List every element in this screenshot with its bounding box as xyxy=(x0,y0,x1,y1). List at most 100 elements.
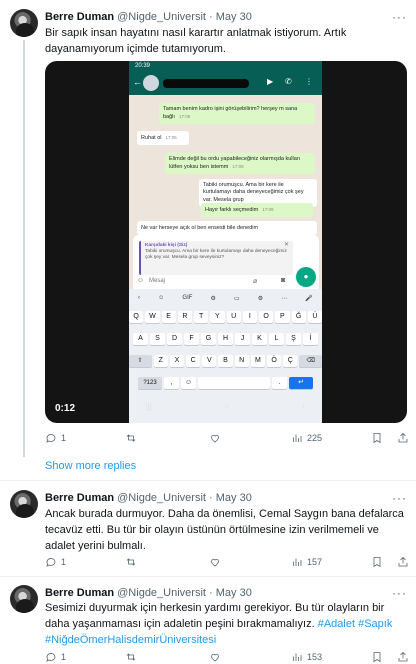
tweet-header: Berre Duman @Nigde_Universit · May 30 xyxy=(45,10,252,24)
phone-screenshot: 20:39 ← ▶ ✆ ⋮ Tamam benim kadro işini gö… xyxy=(129,61,322,423)
reply-button[interactable]: 1 xyxy=(45,555,66,569)
bookmark-icon xyxy=(373,433,381,444)
bookmark-button[interactable] xyxy=(371,650,383,664)
retweet-button[interactable] xyxy=(125,555,137,569)
heart-icon xyxy=(211,558,219,567)
phone-status-time: 20:39 xyxy=(129,61,322,71)
tweet-actions: 1 157 xyxy=(45,555,409,569)
separator-dot: · xyxy=(209,11,213,23)
share-icon xyxy=(398,432,408,443)
share-button[interactable] xyxy=(397,431,409,445)
chat-header: ← ▶ ✆ ⋮ xyxy=(129,71,322,95)
tweet-date[interactable]: May 30 xyxy=(216,587,252,599)
close-quote-icon: ✕ xyxy=(283,242,289,248)
space-key xyxy=(198,377,270,389)
divider xyxy=(0,576,416,577)
back-arrow-icon: ← xyxy=(133,77,142,87)
more-options-icon[interactable]: ··· xyxy=(392,587,406,599)
user-handle[interactable]: @Nigde_Universit xyxy=(117,492,206,504)
reply-button[interactable]: 1 xyxy=(45,431,66,445)
tweet-header: Berre Duman @Nigde_Universit · May 30 xyxy=(45,586,252,600)
tweet-header: Berre Duman @Nigde_Universit · May 30 xyxy=(45,491,252,505)
camera-icon: ◙ xyxy=(281,277,286,284)
bookmark-button[interactable] xyxy=(371,555,383,569)
menu-icon: ⋮ xyxy=(305,77,313,86)
attach-icon: ⌀ xyxy=(253,278,258,285)
video-player[interactable]: 20:39 ← ▶ ✆ ⋮ Tamam benim kadro işini gö… xyxy=(45,61,407,423)
share-button[interactable] xyxy=(397,650,409,664)
tweet-text: Ancak burada durmuyor. Daha da önemlisi,… xyxy=(45,508,404,552)
avatar[interactable] xyxy=(10,585,38,613)
separator-dot: · xyxy=(209,587,213,599)
views-button[interactable]: 157 xyxy=(291,555,322,569)
views-button[interactable]: 225 xyxy=(291,431,322,445)
tweet-actions: 1 153 xyxy=(45,650,409,664)
chat-bubble-out: Elimde değil bu ordu yapabileceğiniz ola… xyxy=(165,153,315,174)
phone-call-icon: ✆ xyxy=(285,77,292,86)
hashtag-link[interactable]: #NiğdeÖmerHalisdemirÜniversitesi xyxy=(45,634,216,646)
heart-icon xyxy=(211,434,219,443)
views-icon xyxy=(293,653,302,661)
bookmark-icon xyxy=(373,652,381,663)
like-button[interactable] xyxy=(209,555,221,569)
heart-icon xyxy=(211,653,219,662)
user-handle[interactable]: @Nigde_Universit xyxy=(117,11,206,23)
tweet-text: Bir sapık insan hayatını nasıl karartır … xyxy=(45,27,347,55)
display-name[interactable]: Berre Duman xyxy=(45,492,114,504)
tweet-text: Sesimizi duyurmak için herkesin yardımı … xyxy=(45,602,393,646)
share-icon xyxy=(398,556,408,567)
avatar[interactable] xyxy=(10,9,38,37)
contact-avatar xyxy=(143,75,159,91)
redacted-contact-name xyxy=(163,79,249,88)
keyboard-row-4: ?123, ☺ . ↵ xyxy=(129,377,322,389)
like-button[interactable] xyxy=(209,431,221,445)
retweet-icon xyxy=(126,653,136,661)
retweet-button[interactable] xyxy=(125,431,137,445)
tweet-date[interactable]: May 30 xyxy=(216,492,252,504)
user-handle[interactable]: @Nigde_Universit xyxy=(117,587,206,599)
share-icon xyxy=(398,651,408,662)
retweet-icon xyxy=(126,434,136,442)
display-name[interactable]: Berre Duman xyxy=(45,587,114,599)
bookmark-icon xyxy=(373,557,381,568)
tweet-actions: 1 225 xyxy=(45,431,409,445)
bookmark-button[interactable] xyxy=(371,431,383,445)
chat-bubble-out: Tamam benim kadro işini görüşebilirim? h… xyxy=(159,103,315,124)
keyboard-row-1: QW ER TY UI OP ĞÜ xyxy=(129,311,322,323)
thread-line xyxy=(23,40,25,457)
reply-compose-box: Karşıdaki kişi (Siz) Tabiki orumuşcu. Am… xyxy=(133,235,319,293)
avatar[interactable] xyxy=(10,490,38,518)
quoted-message: Karşıdaki kişi (Siz) Tabiki orumuşcu. Am… xyxy=(139,241,293,275)
reply-icon xyxy=(46,558,56,567)
retweet-icon xyxy=(126,558,136,566)
display-name[interactable]: Berre Duman xyxy=(45,11,114,23)
divider xyxy=(0,480,416,481)
show-more-replies-link[interactable]: Show more replies xyxy=(45,460,136,472)
tweet-date[interactable]: May 30 xyxy=(216,11,252,23)
views-icon xyxy=(293,434,302,442)
reply-button[interactable]: 1 xyxy=(45,650,66,664)
like-button[interactable] xyxy=(209,650,221,664)
message-input: Mesaj xyxy=(149,278,166,284)
emoji-icon: ☺ xyxy=(137,277,145,284)
chat-bubble-in: Ruhat ol 17:05 xyxy=(137,131,189,145)
more-options-icon[interactable]: ··· xyxy=(392,11,406,23)
chat-bubble-out: Hayır farklı seçmedim 17:09 xyxy=(201,203,313,217)
keyboard-row-3: ⇧ Z XC VB NM ÖÇ ⌫ xyxy=(129,355,322,367)
more-options-icon[interactable]: ··· xyxy=(392,492,406,504)
share-button[interactable] xyxy=(397,555,409,569)
video-call-icon: ▶ xyxy=(267,77,274,86)
hashtag-link[interactable]: #Sapık xyxy=(358,618,392,630)
reply-icon xyxy=(46,434,56,443)
phone-nav-bar: ||| ○ ‹ xyxy=(145,401,305,411)
retweet-button[interactable] xyxy=(125,650,137,664)
keyboard-toolbar: ‹ ☺ GIF ⚙ ▭ ⚙ ⋯ 🎤 xyxy=(138,295,313,302)
reply-icon xyxy=(46,653,56,662)
video-duration: 0:12 xyxy=(55,403,76,414)
keyboard-row-2: AS DF GH JK LŞ İ xyxy=(129,333,322,345)
views-icon xyxy=(293,558,302,566)
views-button[interactable]: 153 xyxy=(291,650,322,664)
separator-dot: · xyxy=(209,492,213,504)
hashtag-link[interactable]: #Adalet xyxy=(318,618,355,630)
chat-bubble-in: Ne var herseye açık ol ben ensesti bile … xyxy=(137,221,317,235)
